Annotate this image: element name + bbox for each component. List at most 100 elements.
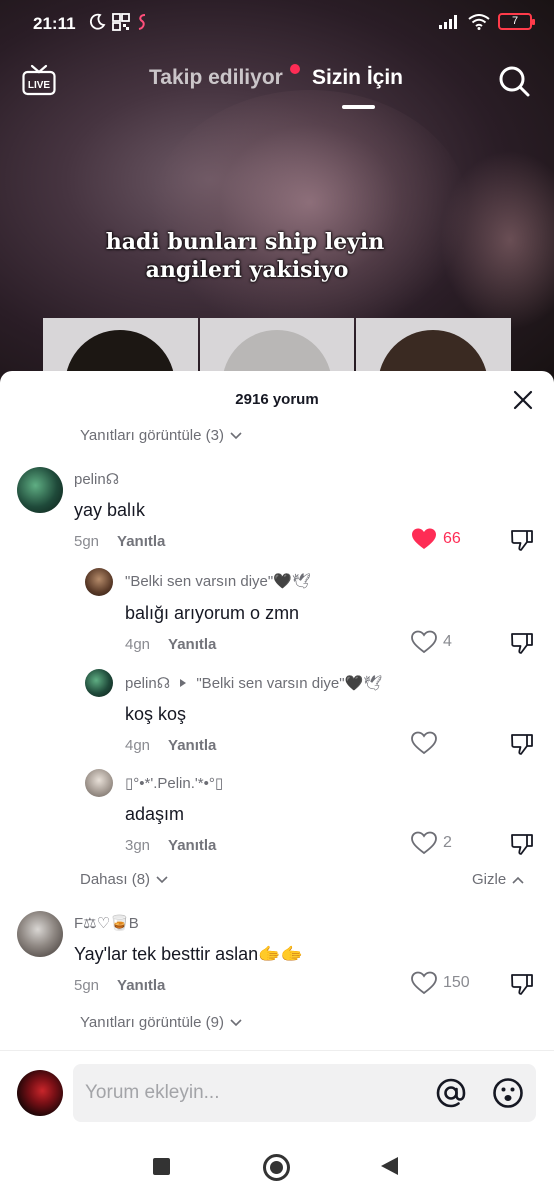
status-bar: 21:11 7	[0, 0, 554, 48]
like-button[interactable]: 4	[411, 630, 452, 654]
comment-age: 5gn	[74, 977, 100, 994]
comment-input[interactable]: Yorum ekleyin...	[73, 1064, 536, 1122]
reply-meta: 4gn Yanıtla	[125, 737, 216, 754]
like-button[interactable]: 66	[411, 527, 461, 551]
comment-username[interactable]: F⚖♡🥃B	[74, 914, 139, 932]
view-replies-top-label: Yanıtları görüntüle (3)	[80, 427, 224, 444]
search-icon[interactable]	[497, 64, 531, 98]
status-left-icons	[88, 13, 150, 31]
live-label: LIVE	[28, 80, 51, 91]
chevron-down-icon	[230, 1018, 242, 1026]
comment-input-placeholder: Yorum ekleyin...	[85, 1082, 220, 1103]
reply-username-line: pelin☊ "Belki sen varsın diye"🖤🕊	[125, 674, 382, 692]
reply-text: balığı arıyorum o zmn	[125, 603, 300, 623]
reply-to-username[interactable]: "Belki sen varsın diye"🖤🕊	[196, 675, 382, 692]
app-notification-icon	[138, 14, 146, 30]
video-caption: hadi bunları ship leyin angileri yakisiy…	[0, 228, 554, 284]
status-time: 21:11	[33, 14, 76, 33]
reply-username[interactable]: "Belki sen varsın diye"🖤🕊	[125, 572, 311, 590]
reply-username[interactable]: ▯°•*'.Pelin.'*•°▯	[125, 774, 223, 792]
comment-text: yay balık	[74, 500, 146, 520]
avatar[interactable]	[85, 669, 113, 697]
reply-meta: 3gn Yanıtla	[125, 837, 216, 854]
hide-replies-label: Gizle	[472, 871, 507, 888]
battery-icon: 7	[498, 13, 535, 30]
chevron-down-icon	[230, 431, 242, 439]
reply-username[interactable]: pelin☊	[125, 675, 170, 692]
signal-icon	[439, 14, 457, 29]
active-tab-indicator	[342, 105, 375, 109]
reply-text: adaşım	[125, 804, 185, 824]
video-caption-line2: angileri yakisiyo	[145, 257, 349, 283]
wifi-icon	[468, 13, 490, 30]
android-nav-bar	[0, 1134, 554, 1200]
reply-text: koş koş	[125, 704, 187, 724]
mention-icon[interactable]	[435, 1077, 467, 1109]
emoji-icon[interactable]	[492, 1077, 524, 1109]
reply-button[interactable]: Yanıtla	[168, 837, 216, 854]
reply-button[interactable]: Yanıtla	[168, 636, 216, 653]
comment-username[interactable]: pelin☊	[74, 470, 119, 488]
avatar[interactable]	[17, 1070, 63, 1116]
dislike-icon[interactable]	[510, 631, 534, 655]
reply-button[interactable]: Yanıtla	[117, 533, 165, 550]
comment-text: Yay'lar tek besttir aslan🫱🫱	[74, 944, 304, 964]
like-count: 2	[443, 834, 452, 851]
chevron-down-icon	[156, 875, 168, 883]
dislike-icon[interactable]	[510, 832, 534, 856]
reply-age: 4gn	[125, 737, 151, 754]
view-replies-top[interactable]: Yanıtları görüntüle (3)	[80, 427, 242, 444]
dislike-icon[interactable]	[510, 732, 534, 756]
like-button[interactable]: 2	[411, 831, 452, 855]
heart-outline-icon	[411, 831, 437, 855]
comment-meta: 5gn Yanıtla	[74, 533, 165, 550]
back-icon[interactable]	[381, 1157, 398, 1175]
more-replies-button[interactable]: Dahası (8)	[80, 871, 168, 888]
comments-count-title: 2916 yorum	[235, 391, 319, 408]
like-count: 4	[443, 633, 452, 650]
like-button[interactable]	[411, 731, 443, 755]
notification-dot	[290, 64, 300, 74]
play-arrow-icon	[180, 679, 187, 687]
chevron-up-icon	[512, 876, 524, 884]
tab-for-you[interactable]: Sizin İçin	[312, 66, 403, 90]
dislike-icon[interactable]	[510, 972, 534, 996]
heart-outline-icon	[411, 971, 437, 995]
heart-filled-icon	[412, 528, 436, 549]
comments-sheet: 2916 yorum Yanıtları görüntüle (3) pelin…	[0, 371, 554, 1133]
tab-following[interactable]: Takip ediliyor	[149, 66, 283, 90]
like-count: 66	[443, 530, 461, 547]
hide-replies-button[interactable]: Gizle	[472, 871, 524, 888]
avatar[interactable]	[17, 911, 63, 957]
more-replies-label: Dahası (8)	[80, 871, 151, 888]
close-icon[interactable]	[512, 389, 534, 411]
dislike-icon[interactable]	[510, 528, 534, 552]
status-right-icons: 7	[438, 13, 535, 30]
reply-age: 4gn	[125, 636, 151, 653]
comment-meta: 5gn Yanıtla	[74, 977, 165, 994]
view-replies-button[interactable]: Yanıtları görüntüle (9)	[80, 1014, 242, 1031]
battery-level: 7	[511, 15, 519, 27]
heart-outline-icon	[411, 630, 437, 654]
reply-button[interactable]: Yanıtla	[168, 737, 216, 754]
avatar[interactable]	[17, 467, 63, 513]
comment-age: 5gn	[74, 533, 100, 550]
live-icon[interactable]: LIVE	[22, 64, 56, 96]
avatar[interactable]	[85, 568, 113, 596]
view-replies-label: Yanıtları görüntüle (9)	[80, 1014, 224, 1031]
heart-outline-icon	[411, 731, 437, 755]
like-button[interactable]: 150	[411, 971, 470, 995]
qr-icon	[112, 13, 130, 31]
video-blurred-face	[150, 90, 470, 340]
reply-age: 3gn	[125, 837, 151, 854]
like-count: 150	[443, 974, 470, 991]
recent-apps-icon[interactable]	[153, 1158, 170, 1175]
reply-meta: 4gn Yanıtla	[125, 636, 216, 653]
avatar[interactable]	[85, 769, 113, 797]
reply-button[interactable]: Yanıtla	[117, 977, 165, 994]
comment-input-bar: Yorum ekleyin...	[0, 1050, 554, 1134]
video-caption-line1: hadi bunları ship leyin	[105, 229, 385, 255]
moon-icon	[89, 13, 106, 30]
top-nav: LIVE Takip ediliyor Sizin İçin	[0, 56, 554, 112]
home-icon[interactable]	[263, 1154, 290, 1181]
